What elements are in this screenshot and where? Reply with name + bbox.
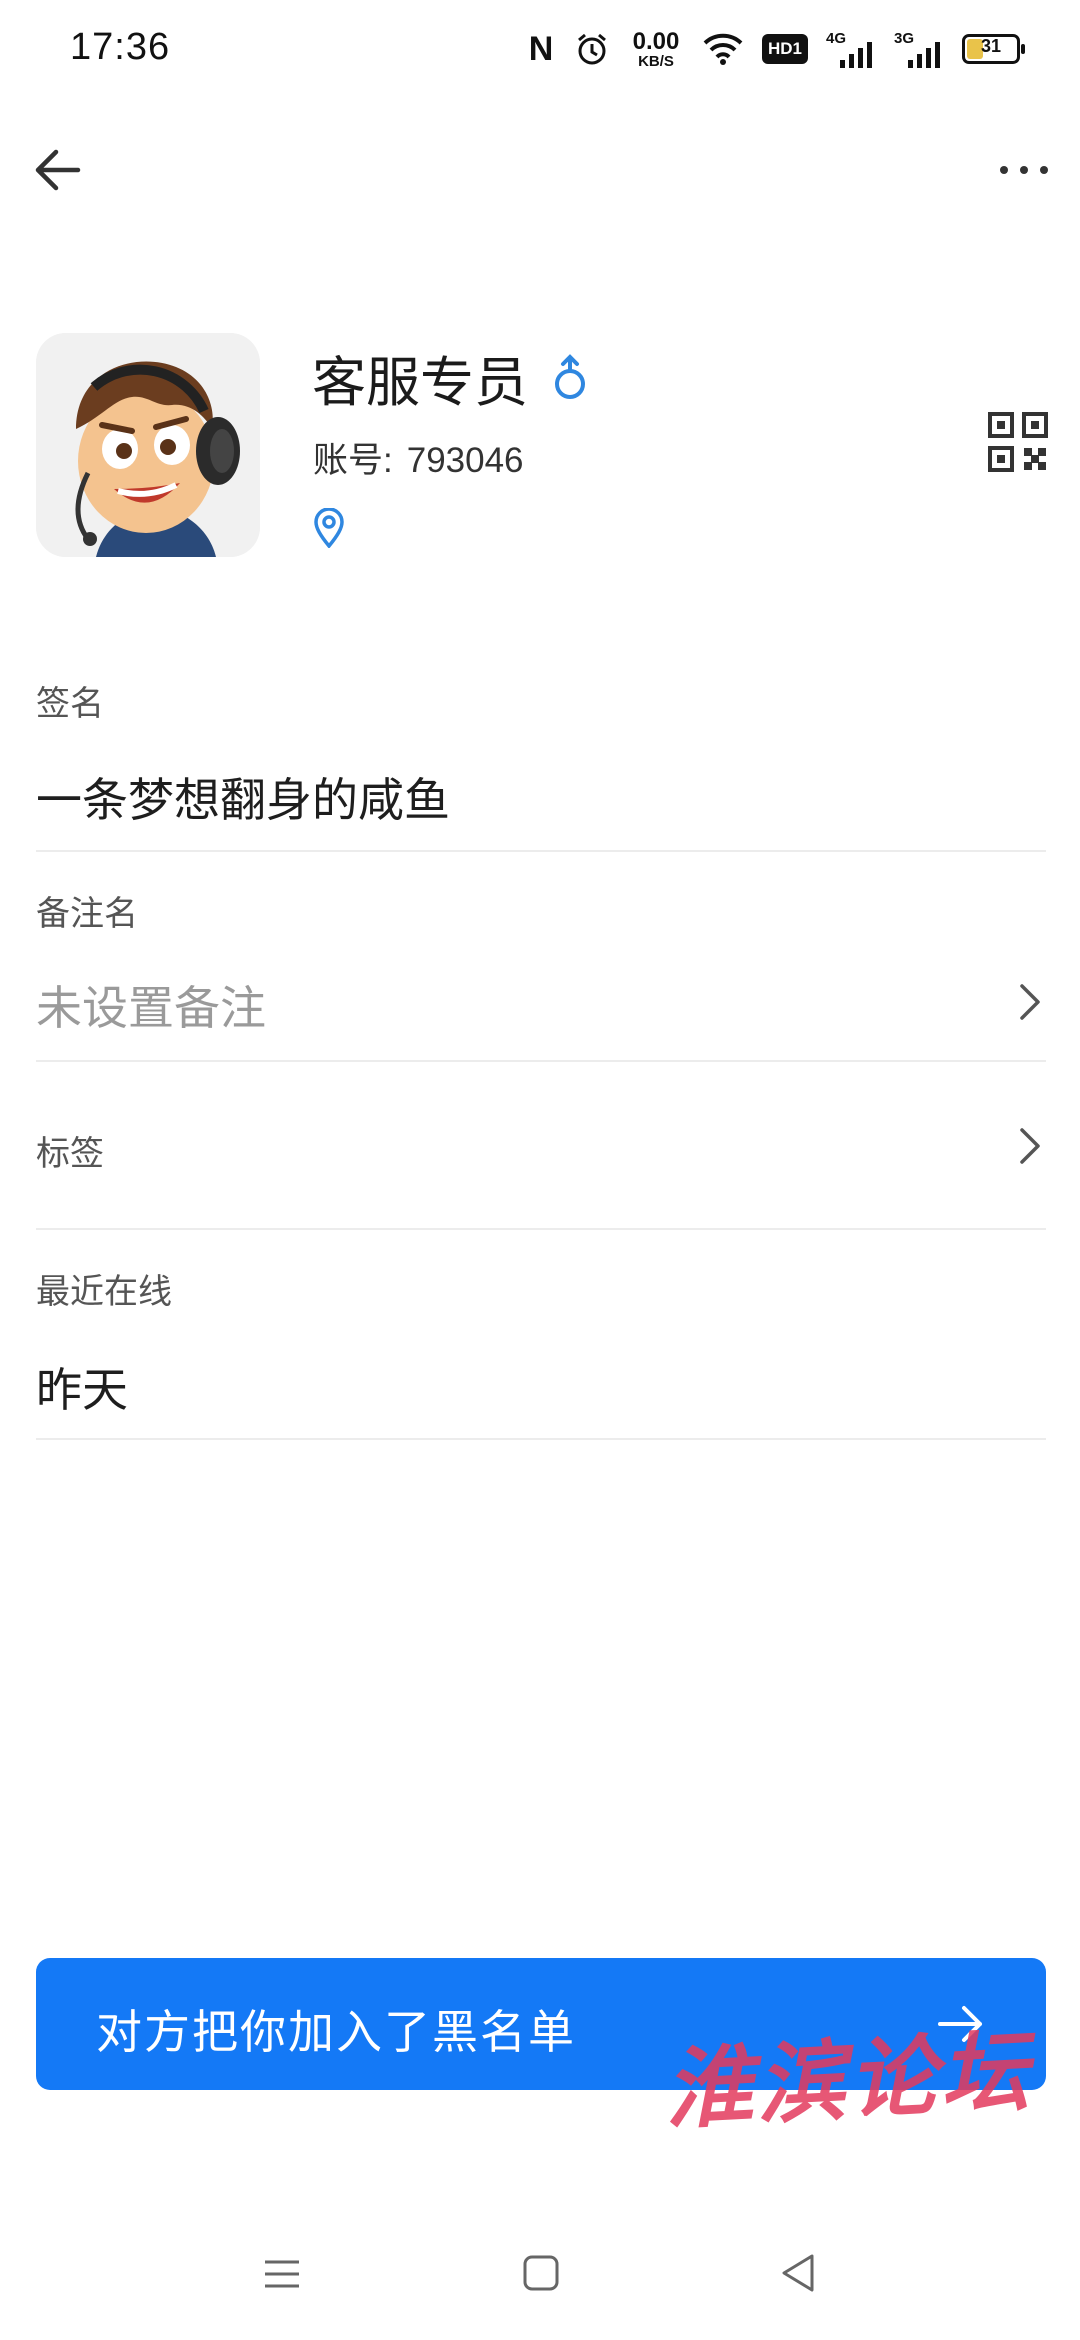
- back-button[interactable]: [30, 142, 86, 198]
- signature-value: 一条梦想翻身的咸鱼: [36, 774, 450, 826]
- location-pin-icon[interactable]: [312, 508, 346, 548]
- alarm-icon: [574, 31, 610, 67]
- profile-name: 客服专员: [312, 353, 528, 413]
- qr-code-button[interactable]: [988, 412, 1048, 472]
- signal-icon: 3G: [894, 30, 944, 68]
- net-speed-unit: KB/S: [638, 52, 674, 70]
- battery-level: 31: [980, 36, 1002, 56]
- last-online-section: 最近在线 昨天: [36, 1230, 1046, 1440]
- net-speed-value: 0.00: [632, 27, 680, 55]
- watermark: 淮滨论坛: [661, 2018, 1035, 2142]
- more-horizontal-icon: [1000, 166, 1008, 174]
- back-triangle-icon[interactable]: [778, 2252, 818, 2294]
- avatar[interactable]: [36, 333, 260, 557]
- tags-row[interactable]: 标签: [36, 1062, 1046, 1230]
- status-time: 17:36: [70, 26, 171, 68]
- last-online-value: 昨天: [36, 1364, 128, 1416]
- more-dot: [1020, 166, 1028, 174]
- chevron-right-icon: [1020, 984, 1040, 1020]
- remark-placeholder: 未设置备注: [36, 982, 266, 1034]
- avatar-image: [36, 333, 260, 557]
- tags-label: 标签: [36, 1135, 104, 1173]
- more-button[interactable]: [994, 142, 1054, 198]
- menu-icon[interactable]: [262, 2254, 302, 2294]
- profile-name-row: 客服专员: [312, 338, 590, 417]
- nfc-icon: N: [528, 29, 554, 68]
- signature-section: 签名 一条梦想翻身的咸鱼: [36, 660, 1046, 852]
- blocked-text: 对方把你加入了黑名单: [96, 2006, 576, 2058]
- account-value: 793046: [406, 441, 524, 480]
- home-square-icon[interactable]: [522, 2254, 560, 2292]
- chevron-right-icon: [1020, 1128, 1040, 1164]
- system-nav-bar: [0, 2220, 1080, 2340]
- qr-code-icon: [988, 412, 1048, 472]
- net-speed: 0.00 KB/S: [628, 27, 684, 70]
- more-dot: [1040, 166, 1048, 174]
- arrow-left-icon: [35, 149, 81, 191]
- signature-label: 签名: [36, 685, 104, 723]
- remark-label: 备注名: [36, 895, 138, 933]
- status-icons: N 0.00 KB/S HD1 4G 3G 31: [526, 24, 1025, 74]
- battery-icon: 31: [962, 34, 1025, 64]
- signal-icon: 4G: [826, 30, 876, 68]
- remark-row[interactable]: 备注名 未设置备注: [36, 852, 1046, 1062]
- wifi-icon: [702, 31, 744, 67]
- male-icon: [555, 353, 585, 399]
- account-label: 账号:: [313, 441, 393, 480]
- status-bar: 17:36 N 0.00 KB/S HD1 4G 3G 31: [0, 0, 1080, 96]
- last-online-label: 最近在线: [36, 1273, 172, 1311]
- hd-icon: HD1: [761, 34, 808, 64]
- account-row: 账号: 793046: [313, 432, 524, 483]
- top-nav: [0, 120, 1080, 220]
